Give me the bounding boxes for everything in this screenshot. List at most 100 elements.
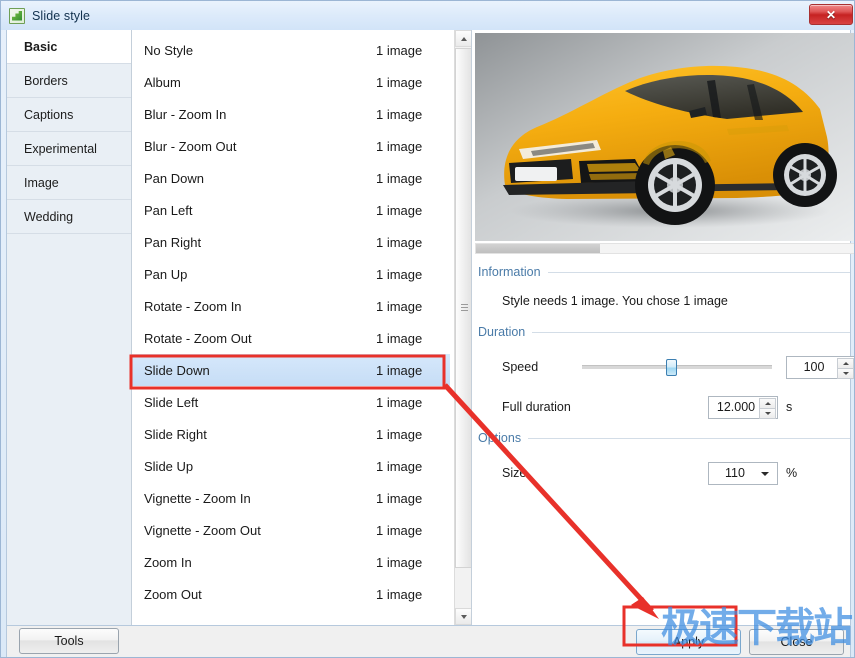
style-list-row[interactable]: Blur - Zoom In 1 image [132,98,450,130]
style-name: Slide Left [144,394,199,410]
group-divider [547,271,850,273]
speed-increment-button[interactable] [837,357,854,368]
style-name: Vignette - Zoom In [144,490,251,506]
full-duration-row: Full duration 12.000 s [478,394,850,420]
style-name: Pan Left [144,202,193,218]
sidebar-item-borders[interactable]: Borders [7,64,131,98]
sidebar-item-image[interactable]: Image [7,166,131,200]
duration-group-header: Duration [478,324,850,340]
style-list-row[interactable]: Pan Left 1 image [132,194,450,226]
speed-spin-buttons[interactable] [837,357,854,379]
style-list-row[interactable]: Pan Right 1 image [132,226,450,258]
style-list-row[interactable]: Slide Up 1 image [132,450,450,482]
duration-title: Duration [478,325,526,339]
style-details-panel: Information Style needs 1 image. You cho… [472,30,854,625]
sidebar-item-label: Image [24,175,59,190]
window-close-button[interactable]: ✕ [809,4,853,25]
sidebar-item-wedding[interactable]: Wedding [7,200,131,234]
information-group-header: Information [478,264,850,280]
style-list-row[interactable]: Rotate - Zoom In 1 image [132,290,450,322]
style-image-count: 1 image [376,330,423,346]
size-combobox[interactable]: 110 [708,461,778,485]
style-name: Vignette - Zoom Out [144,522,261,538]
speed-slider-thumb[interactable] [666,359,678,376]
speed-spinbox[interactable]: 100 [786,355,854,379]
preview-horizontal-scrollbar[interactable] [475,243,854,254]
style-image-count: 1 image [376,458,423,474]
scroll-down-button[interactable] [455,608,471,625]
scroll-up-button[interactable] [455,30,471,47]
style-list-row[interactable]: Album 1 image [132,66,450,98]
options-group-header: Options [478,430,850,446]
style-image-count: 1 image [376,490,423,506]
duration-group: Duration Speed 100 Full duration 12.000 … [478,324,854,420]
style-name: Slide Up [144,458,194,474]
full-duration-spin-buttons[interactable] [759,397,776,419]
sidebar-item-basic[interactable]: Basic [7,30,131,64]
speed-slider[interactable] [582,358,772,376]
style-list-scrollbar[interactable] [454,30,471,625]
style-list-panel: No Style 1 image Album 1 image Blur - Zoom I… [132,30,472,625]
dialog-client-area: Basic Borders Captions Experimental Image Wed… [6,30,854,626]
style-list-row[interactable]: Pan Up 1 image [132,258,450,290]
window-title: Slide style [32,8,91,23]
style-list-row[interactable]: Pan Down 1 image [132,162,450,194]
style-name: No Style [144,42,194,58]
information-group: Information Style needs 1 image. You cho… [478,264,850,308]
style-name: Rotate - Zoom Out [144,330,252,346]
app-chart-icon [9,7,25,24]
title-bar[interactable]: Slide style ✕ [1,1,854,30]
style-image-count: 1 image [376,170,423,186]
triangle-down-icon [842,371,849,375]
style-name: Rotate - Zoom In [144,298,242,314]
speed-row: Speed 100 % [478,354,854,380]
style-list-row[interactable]: Zoom In 1 image [132,546,450,578]
style-image-count: 1 image [376,394,423,410]
style-name: Blur - Zoom Out [144,138,237,154]
style-list-row[interactable]: No Style 1 image [132,34,450,66]
dialog-footer: Tools Apply Close [6,626,851,657]
style-name: Zoom In [144,554,192,570]
close-icon: ✕ [825,7,837,22]
information-text: Style needs 1 image. You chose 1 image [502,294,728,308]
information-title: Information [478,265,541,279]
preview-scrollbar-thumb[interactable] [476,244,600,253]
style-image-count: 1 image [376,426,423,442]
style-preview-image [475,33,854,241]
size-row: Size 110 % [478,460,850,486]
style-list-row[interactable]: Vignette - Zoom Out 1 image [132,514,450,546]
style-list-row[interactable]: Vignette - Zoom In 1 image [132,482,450,514]
style-name: Blur - Zoom In [144,106,227,122]
sidebar-item-experimental[interactable]: Experimental [7,132,131,166]
style-list-row-selected[interactable]: Slide Down 1 image [132,354,450,386]
style-name: Pan Down [144,170,204,186]
apply-button[interactable]: Apply [636,629,741,655]
sidebar-item-label: Captions [24,107,74,122]
style-name: Slide Down [144,362,210,378]
scrollbar-thumb[interactable] [455,48,471,568]
full-duration-decrement-button[interactable] [759,408,776,419]
style-list-row[interactable]: Slide Left 1 image [132,386,450,418]
sidebar-item-label: Wedding [24,209,74,224]
style-image-count: 1 image [376,106,423,122]
triangle-up-icon [842,361,849,365]
style-image-count: 1 image [376,298,423,314]
speed-decrement-button[interactable] [837,368,854,379]
style-list-row[interactable]: Slide Right 1 image [132,418,450,450]
style-list[interactable]: No Style 1 image Album 1 image Blur - Zoom I… [132,30,450,625]
sidebar-item-captions[interactable]: Captions [7,98,131,132]
style-name: Album [144,74,181,90]
group-divider [532,331,850,333]
full-duration-increment-button[interactable] [759,397,776,408]
sidebar-item-label: Basic [24,39,58,54]
style-list-row[interactable]: Rotate - Zoom Out 1 image [132,322,450,354]
style-name: Pan Right [144,234,202,250]
tools-button[interactable]: Tools [19,628,119,654]
style-list-row[interactable]: Zoom Out 1 image [132,578,450,610]
chevron-down-icon [460,614,467,619]
style-image-count: 1 image [376,74,423,90]
full-duration-spinbox[interactable]: 12.000 [708,395,778,419]
close-button[interactable]: Close [749,629,844,655]
style-list-row[interactable]: Blur - Zoom Out 1 image [132,130,450,162]
chevron-down-icon [761,471,769,476]
